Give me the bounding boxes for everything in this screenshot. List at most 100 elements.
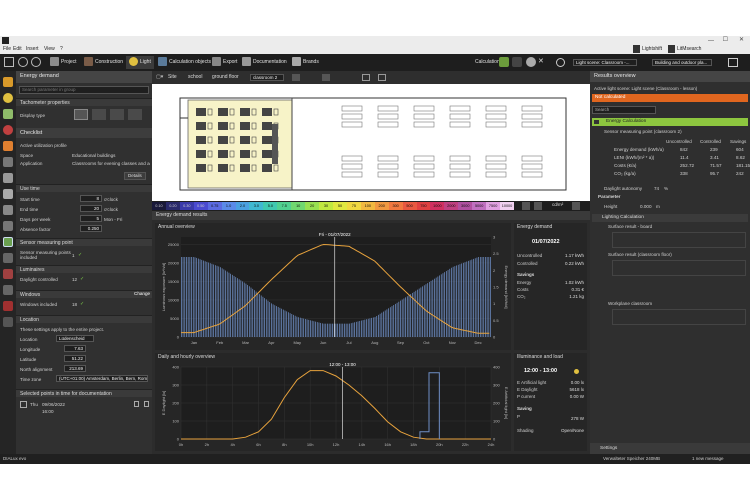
hour-tick: 2h [205, 442, 209, 447]
user-name[interactable]: LitMsearch [677, 47, 701, 52]
close-button[interactable]: ✕ [739, 37, 744, 43]
absence-input[interactable]: 0.250 [80, 225, 102, 232]
workplane-row[interactable]: Workplane classroom [608, 301, 652, 306]
tab-brands[interactable]: Brands [292, 56, 319, 69]
daily-chart[interactable]: 0 0 100 100 200 200 300 300 400 400 0h 2h 4h 6h 8h 10h 1… [155, 361, 511, 451]
sensor-tool-icon[interactable] [3, 157, 13, 167]
table-tool-icon[interactable] [3, 285, 13, 295]
menu-bar: File Edit Insert View ? Lightshift LitMs… [0, 45, 750, 54]
longitude-input[interactable]: 7.63 [64, 345, 86, 352]
switch-tool-icon[interactable] [3, 253, 13, 263]
undo-icon[interactable] [18, 57, 28, 67]
tab-project[interactable]: Project [50, 56, 77, 69]
delete-icon[interactable] [134, 401, 139, 407]
energy-bar [332, 323, 333, 337]
energy-bar [366, 319, 367, 337]
building-outdoor-select[interactable]: Building and outdoor pla... [652, 59, 712, 66]
details-button[interactable]: Details [124, 172, 146, 180]
scale-log-icon[interactable] [534, 202, 542, 210]
tacho-type-icon[interactable] [74, 109, 88, 120]
menu-view[interactable]: View [44, 47, 55, 52]
y2-tick-label: 0 [493, 437, 496, 442]
wrench-icon[interactable] [3, 173, 13, 183]
arrange-tool-icon[interactable] [3, 189, 13, 199]
add-point-icon[interactable] [144, 401, 149, 407]
energy-calc-row[interactable]: Energy Calculation [592, 118, 748, 126]
menu-help[interactable]: ? [60, 47, 63, 52]
control-tool-icon[interactable] [3, 269, 13, 279]
room-select[interactable]: classroom 2 [250, 74, 284, 81]
tab-light[interactable]: Light [126, 56, 154, 69]
parameter-search-input[interactable]: Search parameter in group [19, 86, 149, 94]
menu-file[interactable]: File [3, 47, 11, 52]
smp-row[interactable]: Sensor measuring point (classroom 2) [604, 129, 682, 134]
group-tool-icon[interactable] [3, 109, 13, 119]
breadcrumb-school[interactable]: school [188, 75, 202, 80]
tab-documentation[interactable]: Documentation [242, 56, 287, 69]
status-messages[interactable]: 1 new message [692, 456, 724, 462]
fit-view-icon[interactable] [362, 74, 370, 81]
application-value: Classrooms for evening classes and ad... [72, 161, 150, 166]
longitude-label: Longitude [20, 347, 41, 352]
record-icon[interactable] [526, 57, 536, 67]
tab-brands-label: Brands [303, 59, 319, 65]
alert-tool-icon[interactable] [3, 301, 13, 311]
timezone-select[interactable]: (UTC+01:00) Amsterdam, Berlin, Bern, Rom… [56, 375, 148, 382]
window-layout-icon[interactable] [728, 58, 738, 67]
breadcrumb-site[interactable]: Site [168, 75, 177, 80]
menu-edit[interactable]: Edit [13, 47, 22, 52]
selected-time[interactable]: 16:00 [42, 409, 54, 414]
days-input[interactable]: 5 [80, 215, 102, 222]
scale-pin-icon[interactable] [572, 202, 580, 210]
gear-icon[interactable] [556, 58, 565, 67]
change-windows-button[interactable]: Change [134, 291, 150, 296]
start-time-unit: o'clock [104, 197, 118, 202]
misc-tool-icon[interactable] [3, 317, 13, 327]
camera-icon[interactable] [322, 74, 330, 81]
view-option-icon[interactable] [292, 74, 300, 81]
calc-options-icon[interactable] [512, 57, 522, 67]
end-time-input[interactable]: 20 [80, 205, 102, 212]
line-tool-icon[interactable] [3, 221, 13, 231]
view-mode-icon[interactable]: ▢▾ [156, 75, 163, 80]
field-tool-icon[interactable] [3, 205, 13, 215]
ea-value: 0.00 lx [570, 380, 584, 385]
save-icon[interactable] [4, 57, 14, 67]
tab-export[interactable]: Export [212, 56, 237, 69]
minimize-button[interactable]: — [708, 38, 714, 44]
maximize-button[interactable]: ☐ [723, 37, 728, 43]
surface-board-row[interactable]: Surface result - board [608, 224, 652, 229]
location-select[interactable]: Lüdenscheid [56, 335, 94, 342]
light-tool-icon[interactable] [3, 93, 13, 103]
start-time-input[interactable]: 8 [80, 195, 102, 202]
days-label: Days per week [20, 217, 51, 222]
gauge-type-icon[interactable] [92, 109, 106, 120]
scale-settings-icon[interactable] [522, 202, 530, 210]
menu-insert[interactable]: Insert [26, 47, 39, 52]
latitude-input[interactable]: 51.22 [64, 355, 86, 362]
stop-calc-icon[interactable]: ✕ [538, 58, 544, 65]
tab-construction[interactable]: Construction [84, 56, 123, 69]
selected-date[interactable]: 09/06/2022 [42, 402, 65, 407]
floor-plan-view[interactable] [152, 84, 590, 201]
results-search-input[interactable]: Search [592, 106, 656, 114]
energy-tool-icon[interactable] [3, 237, 13, 247]
settings-footer[interactable]: Settings [590, 443, 750, 454]
car-type-icon[interactable] [128, 109, 142, 120]
redo-icon[interactable] [31, 57, 41, 67]
north-input[interactable]: 213.69 [64, 365, 86, 372]
annual-chart[interactable]: 0 5000 10000 15000 20000 25000 0 0.5 1 1.5 2 2.5 3 Fr… [155, 231, 511, 350]
light-scene-select[interactable]: Light scene: Classroom -... [573, 59, 637, 66]
color-tool-icon[interactable] [3, 125, 13, 135]
eye-icon[interactable] [594, 120, 599, 124]
energy-bar [488, 257, 490, 337]
calculate-icon[interactable] [499, 57, 509, 67]
bike-type-icon[interactable] [110, 109, 124, 120]
breadcrumb-floor[interactable]: ground floor [212, 75, 239, 80]
surface-floor-row[interactable]: Surface result (classroom floor) [608, 252, 672, 257]
zoom-icon[interactable] [378, 74, 386, 81]
tab-calculation-objects[interactable]: Calculation objects [158, 56, 211, 69]
lighting-calc-row[interactable]: Lighting Calculation [592, 214, 748, 222]
luminaire-tool-icon[interactable] [3, 77, 13, 87]
emergency-tool-icon[interactable] [3, 141, 13, 151]
